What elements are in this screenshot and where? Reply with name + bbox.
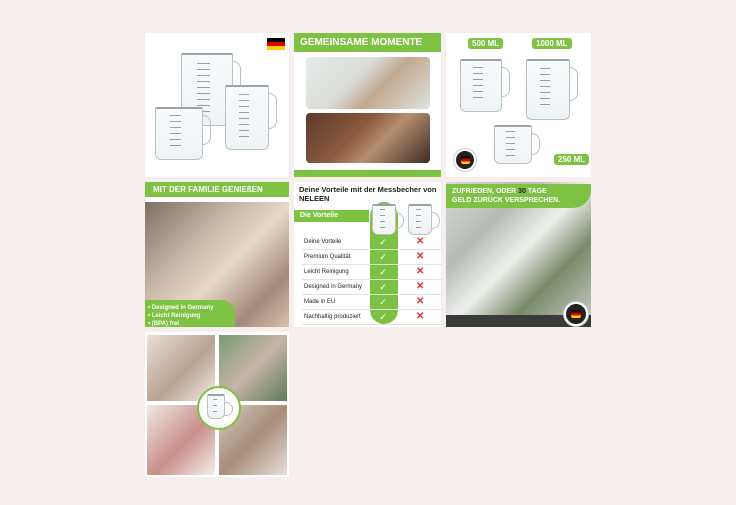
cross-icon: ✕ (416, 251, 425, 262)
product-tile (145, 33, 289, 177)
moments-tile: GEMEINSAME MOMENTE (294, 33, 441, 177)
check-icon: ✓ (376, 295, 390, 309)
guarantee-banner: ZUFRIEDEN, ODER 30 TAGE GELD ZURÜCK VERS… (446, 184, 591, 208)
kitchen-photo-couple (306, 57, 430, 109)
family-bullet: • (BPA) frei (148, 321, 179, 327)
benefit-row-label: Made in EU (304, 299, 336, 305)
cross-icon: ✕ (416, 236, 425, 247)
jug-neleen (372, 204, 404, 235)
guarantee-line-1: ZUFRIEDEN, ODER 30 TAGE (452, 187, 585, 196)
cross-icon: ✕ (416, 266, 425, 277)
guarantee-days: 30 (518, 188, 526, 195)
jug-500 (460, 59, 510, 112)
benefit-row-label: Deine Vorteile (304, 239, 342, 245)
benefits-tab: Die Vorteile (294, 210, 369, 222)
made-in-germany-badge-icon (454, 149, 476, 171)
benefit-row-label: Premium Qualität (304, 254, 351, 260)
guarantee-tile: ZUFRIEDEN, ODER 30 TAGE GELD ZURÜCK VERS… (446, 182, 591, 327)
family-bullet: • Leicht Reinigung (148, 313, 201, 319)
benefit-row-label: Designed in Germany (304, 284, 363, 290)
collage-tile (145, 332, 289, 477)
sizes-tile: 500 ML 1000 ML 250 ML (446, 33, 591, 177)
benefit-row-label: Leicht Reinigung (304, 269, 349, 275)
cross-icon: ✕ (416, 296, 425, 307)
jug-collage (207, 394, 233, 419)
family-bullet: • Designed in Germany (148, 305, 214, 311)
made-in-germany-badge-icon (564, 302, 588, 326)
german-flag-icon (267, 38, 285, 50)
family-title: MIT DER FAMILIE GENIEßEN (145, 182, 289, 197)
jug-medium (225, 85, 277, 150)
cross-icon: ✕ (416, 281, 425, 292)
guarantee-line-2: GELD ZURÜCK VERSPRECHEN. (452, 197, 561, 204)
jug-250 (494, 125, 540, 164)
guarantee-text: ZUFRIEDEN, ODER (452, 188, 519, 195)
jug-1000 (526, 59, 578, 120)
check-icon: ✓ (376, 280, 390, 294)
check-icon: ✓ (376, 265, 390, 279)
size-label-500: 500 ML (468, 38, 504, 49)
moments-bottom-bar (294, 170, 441, 177)
jug-small (155, 107, 211, 160)
kitchen-photo-family (306, 113, 430, 163)
benefit-row-label: Nachhaltig produziert (304, 314, 361, 320)
moments-title: GEMEINSAME MOMENTE (294, 33, 441, 52)
family-bullets: • Designed in Germany • Leicht Reinigung… (148, 304, 213, 328)
check-icon: ✓ (376, 310, 390, 324)
check-icon: ✓ (376, 250, 390, 264)
size-label-250: 250 ML (554, 154, 590, 165)
jug-competitor (408, 204, 440, 235)
check-icon: ✓ (376, 235, 390, 249)
benefits-headline: Deine Vorteile mit der Messbecher von NE… (299, 185, 437, 203)
guarantee-text: TAGE (525, 188, 547, 195)
cross-icon: ✕ (416, 311, 425, 322)
size-label-1000: 1000 ML (532, 38, 572, 49)
